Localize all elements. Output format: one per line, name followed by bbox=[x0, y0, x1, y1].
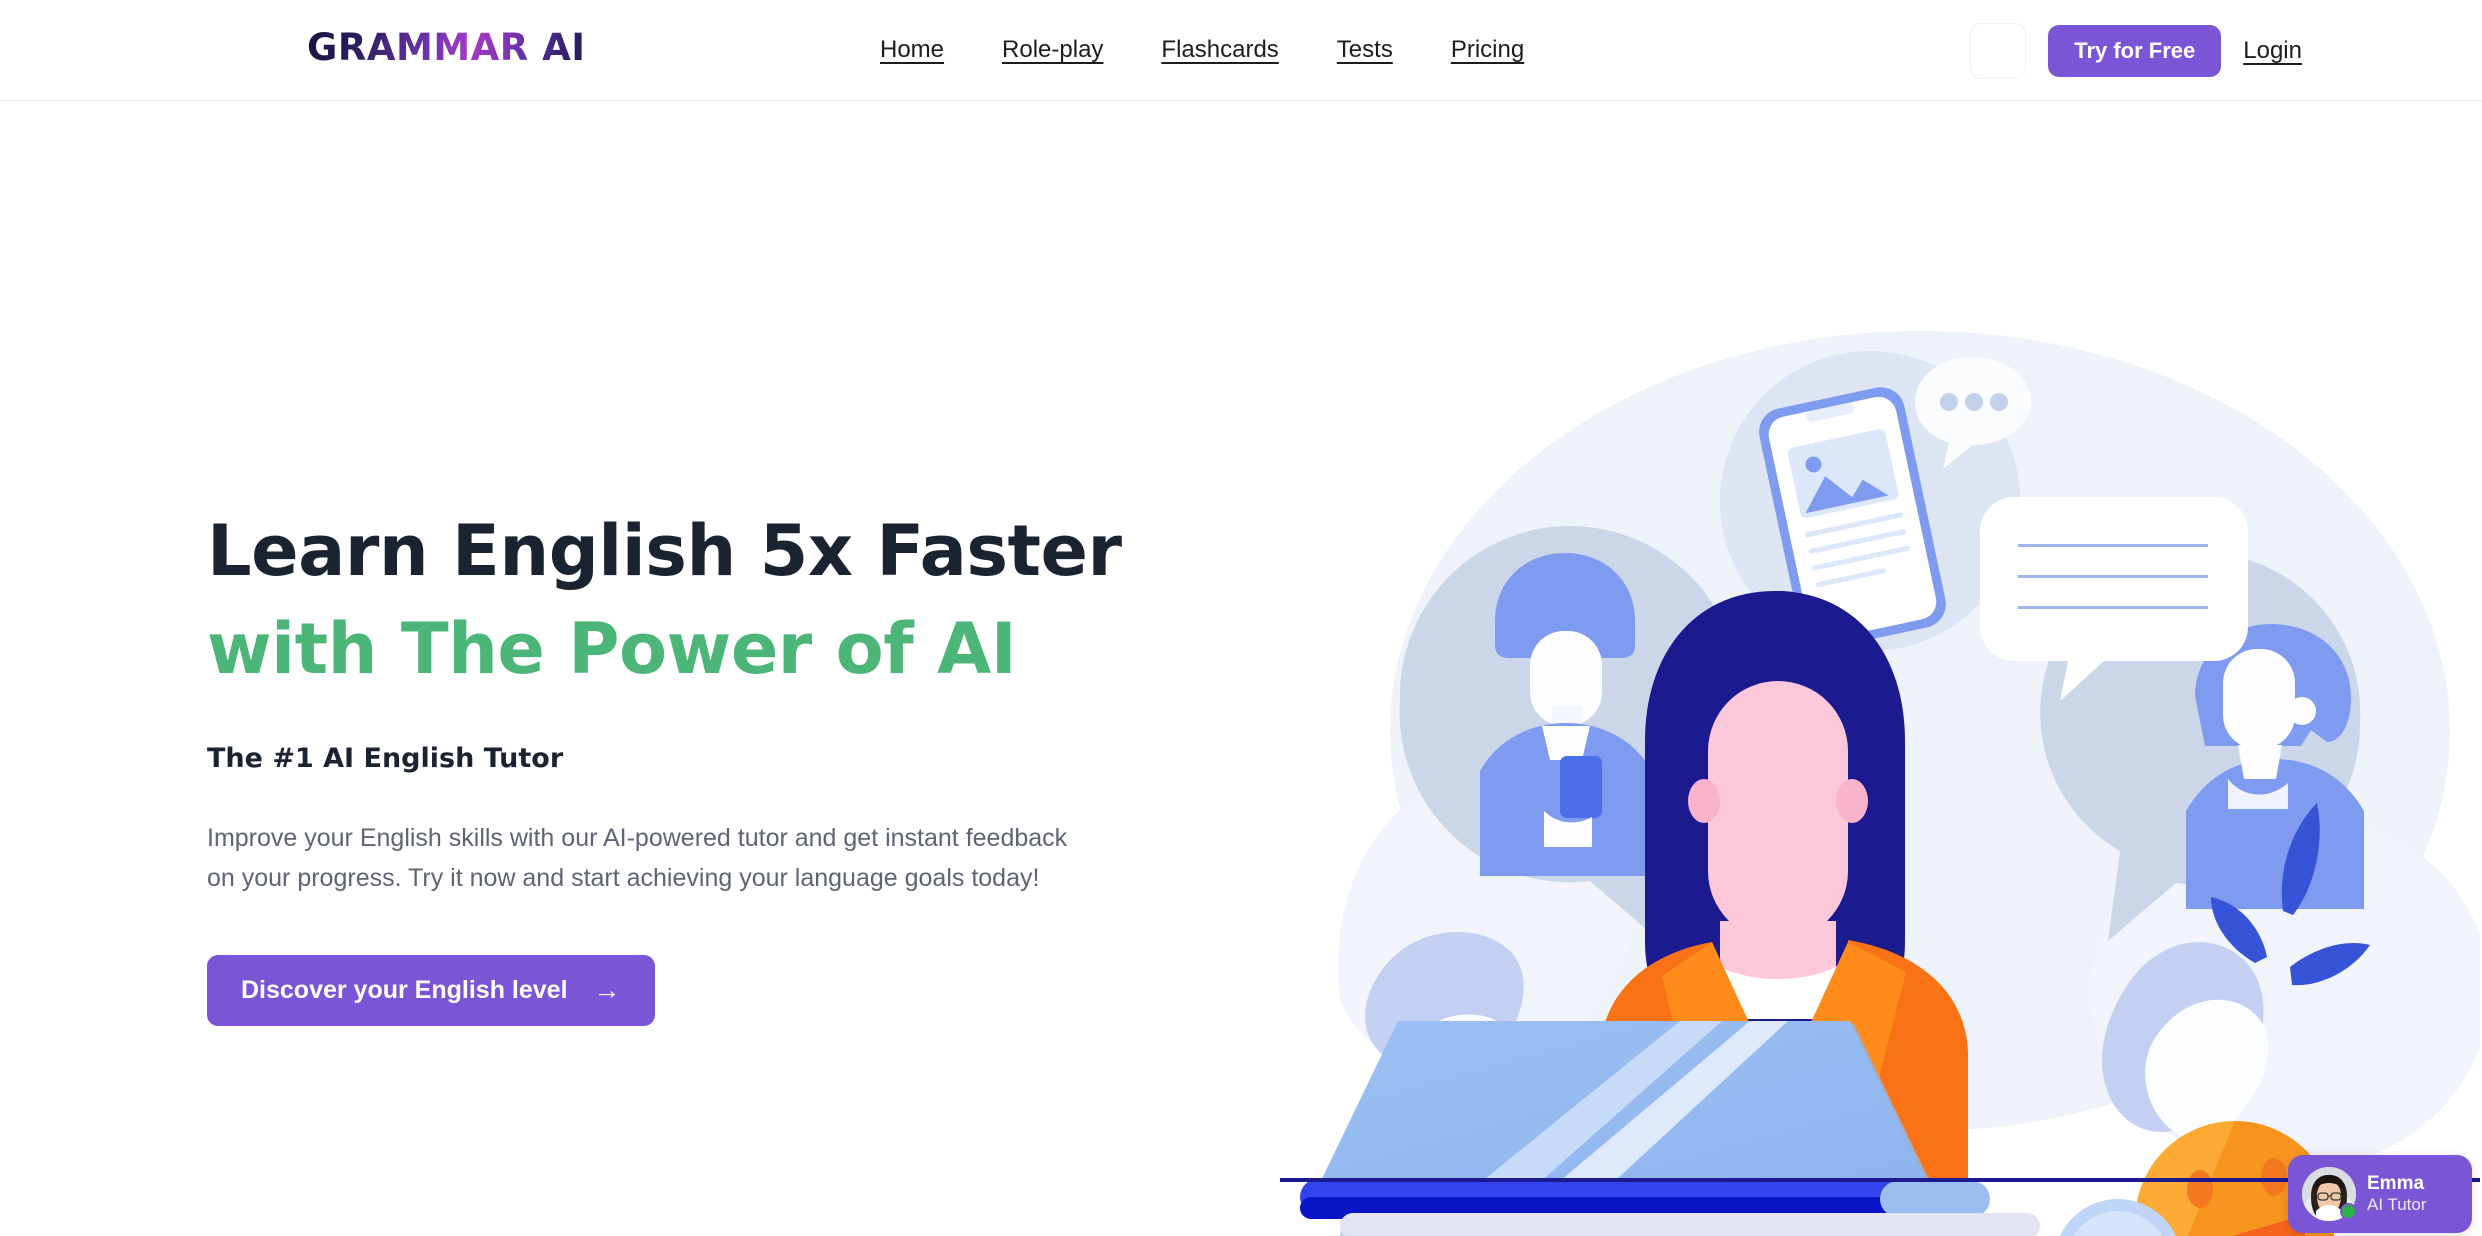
headline-line-2: with The Power of AI bbox=[207, 607, 1017, 690]
hero-illustration bbox=[1280, 301, 2480, 1236]
brand-logo[interactable]: GRAMMAR AI bbox=[307, 26, 586, 69]
nav-item-pricing[interactable]: Pricing bbox=[1451, 36, 1524, 64]
chat-tutor-name: Emma bbox=[2367, 1173, 2425, 1195]
site-header: GRAMMAR AI Home Role-play Flashcards Tes… bbox=[0, 0, 2482, 101]
hero-description: Improve your English skills with our AI-… bbox=[207, 823, 1068, 893]
hero-subheadline: The #1 AI English Tutor bbox=[207, 742, 564, 774]
avatar bbox=[2302, 1167, 2357, 1221]
arrow-right-icon: → bbox=[593, 974, 621, 1005]
headline-line-1: Learn English 5x Faster bbox=[207, 510, 1122, 592]
discover-english-level-button[interactable]: Discover your English level → bbox=[207, 954, 655, 1026]
nav-item-tests[interactable]: Tests bbox=[1337, 36, 1393, 64]
header-actions: Try for Free Login bbox=[1970, 0, 2302, 101]
hero-section: Learn English 5x Faster with The Power o… bbox=[0, 101, 2482, 1236]
nav-item-home[interactable]: Home bbox=[880, 36, 944, 64]
chat-widget-text: Emma AI Tutor bbox=[2367, 1173, 2427, 1214]
page-title: Learn English 5x Faster with The Power o… bbox=[207, 510, 1207, 691]
chat-tutor-role: AI Tutor bbox=[2367, 1195, 2427, 1215]
ai-tutor-chat-widget[interactable]: Emma AI Tutor bbox=[2288, 1155, 2472, 1233]
online-status-indicator bbox=[2340, 1203, 2357, 1220]
hero-copy: Learn English 5x Faster with The Power o… bbox=[207, 510, 1207, 1026]
language-selector[interactable] bbox=[1970, 22, 2027, 79]
cta-label: Discover your English level bbox=[241, 975, 568, 1004]
login-link[interactable]: Login bbox=[2243, 37, 2302, 65]
nav-item-role-play[interactable]: Role-play bbox=[1002, 36, 1103, 64]
main-navigation: Home Role-play Flashcards Tests Pricing bbox=[880, 36, 1524, 64]
try-for-free-button[interactable]: Try for Free bbox=[2048, 24, 2222, 77]
nav-item-flashcards[interactable]: Flashcards bbox=[1161, 36, 1278, 64]
